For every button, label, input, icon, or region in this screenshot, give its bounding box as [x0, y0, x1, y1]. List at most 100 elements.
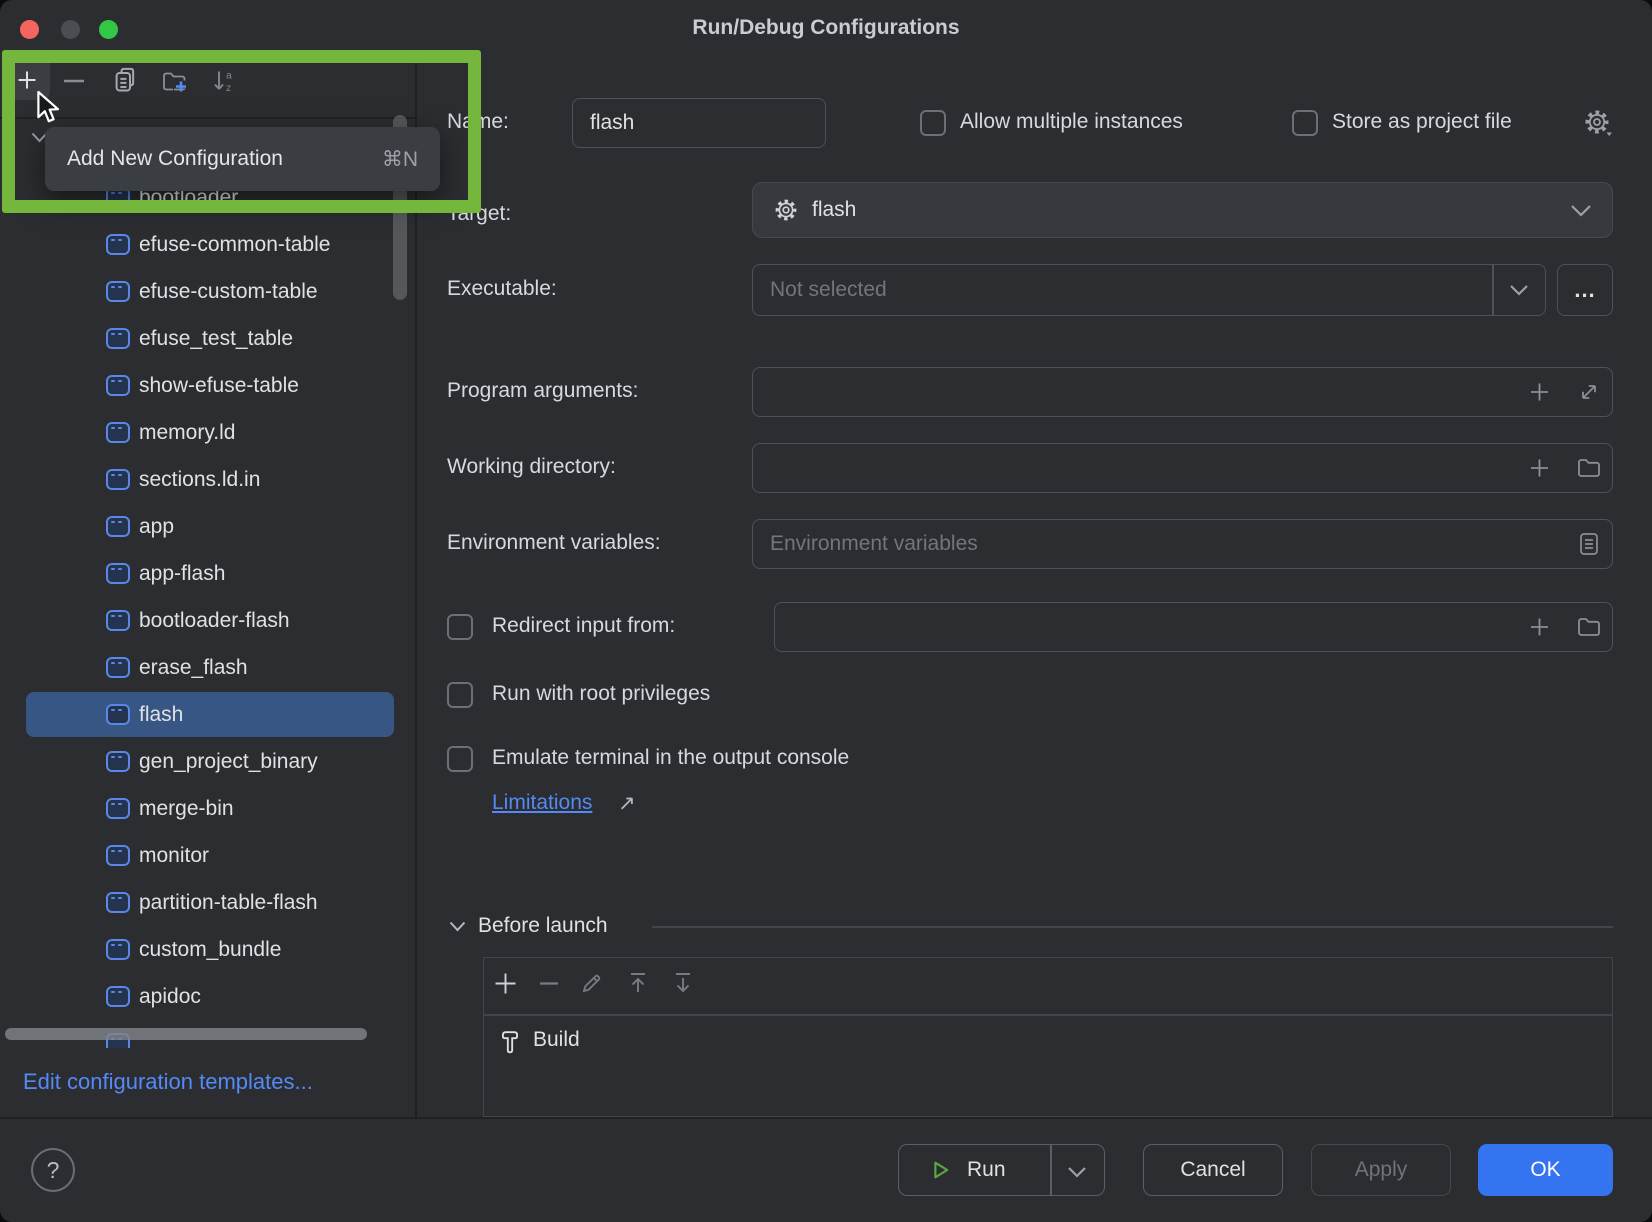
- help-button[interactable]: ?: [31, 1148, 75, 1192]
- working-directory-input[interactable]: [752, 443, 1613, 493]
- executable-placeholder: Not selected: [770, 278, 887, 302]
- executable-label: Executable:: [447, 277, 557, 301]
- target-dropdown[interactable]: flash: [752, 182, 1613, 238]
- executable-browse-button[interactable]: ...: [1557, 264, 1613, 316]
- executable-chevron-down-icon[interactable]: [1509, 284, 1529, 296]
- tree-item-app[interactable]: app: [0, 503, 413, 550]
- tree-item-erase-flash[interactable]: erase_flash: [0, 644, 413, 691]
- emulate-terminal-label[interactable]: Emulate terminal in the output console: [492, 746, 849, 770]
- hammer-icon: [500, 1030, 520, 1054]
- name-input[interactable]: flash: [572, 98, 826, 148]
- browse-ellipsis: ...: [1558, 265, 1612, 315]
- store-as-project-file-checkbox[interactable]: [1292, 110, 1318, 136]
- run-config-icon: [106, 892, 130, 913]
- selection-highlight: [26, 692, 394, 737]
- run-config-icon: [106, 704, 130, 725]
- expand-field-icon[interactable]: [1579, 382, 1599, 402]
- run-config-icon: [106, 281, 130, 302]
- tree-item-show-efuse-table[interactable]: show-efuse-table: [0, 362, 413, 409]
- run-config-icon: [106, 328, 130, 349]
- program-arguments-input[interactable]: [752, 367, 1613, 417]
- redirect-input-checkbox[interactable]: [447, 614, 473, 640]
- before-launch-rule: [652, 926, 1613, 928]
- mouse-cursor-icon: [36, 90, 62, 126]
- allow-multiple-instances-checkbox[interactable]: [920, 110, 946, 136]
- apply-button-label: Apply: [1355, 1158, 1408, 1182]
- annotation-highlight-box: [2, 50, 481, 213]
- add-macro-icon[interactable]: [1529, 458, 1550, 479]
- run-config-icon: [106, 657, 130, 678]
- ok-button[interactable]: OK: [1478, 1144, 1613, 1196]
- tree-item-flash-selected[interactable]: flash: [0, 691, 413, 738]
- tree-horizontal-scrollbar[interactable]: [5, 1028, 367, 1040]
- configuration-tree: bootloader efuse-common-table efuse-cust…: [0, 174, 413, 1048]
- tree-item-efuse-common-table[interactable]: efuse-common-table: [0, 221, 413, 268]
- allow-multiple-instances-label[interactable]: Allow multiple instances: [960, 110, 1183, 134]
- browse-folder-icon[interactable]: [1577, 617, 1601, 637]
- run-config-icon: [106, 986, 130, 1007]
- run-config-icon: [106, 845, 130, 866]
- footer-divider: [0, 1117, 1652, 1119]
- run-config-icon: [106, 563, 130, 584]
- move-up-icon[interactable]: [626, 971, 650, 995]
- tree-item-merge-bin[interactable]: merge-bin: [0, 785, 413, 832]
- environment-variables-label: Environment variables:: [447, 531, 661, 555]
- run-split-button[interactable]: Run: [898, 1144, 1105, 1196]
- emulate-terminal-checkbox[interactable]: [447, 746, 473, 772]
- apply-button[interactable]: Apply: [1311, 1144, 1451, 1196]
- tree-item-bootloader-flash[interactable]: bootloader-flash: [0, 597, 413, 644]
- limitations-link[interactable]: Limitations: [492, 791, 592, 815]
- run-config-icon: [106, 516, 130, 537]
- environment-variables-placeholder: Environment variables: [770, 532, 978, 556]
- edit-configuration-templates-link[interactable]: Edit configuration templates...: [23, 1069, 313, 1095]
- add-macro-icon[interactable]: [1529, 382, 1550, 403]
- title-bar: Run/Debug Configurations: [0, 0, 1652, 56]
- remove-task-icon[interactable]: [538, 981, 560, 986]
- tree-item-custom-bundle[interactable]: custom_bundle: [0, 926, 413, 973]
- target-gear-icon: [773, 197, 799, 223]
- run-root-privileges-checkbox[interactable]: [447, 682, 473, 708]
- tree-item-efuse-test-table[interactable]: efuse_test_table: [0, 315, 413, 362]
- tree-item-memory-ld[interactable]: memory.ld: [0, 409, 413, 456]
- before-launch-panel: Build: [483, 957, 1613, 1117]
- executable-combo[interactable]: Not selected: [752, 264, 1546, 316]
- move-down-icon[interactable]: [671, 971, 695, 995]
- store-options-gear-icon[interactable]: [1583, 108, 1613, 138]
- cancel-button[interactable]: Cancel: [1143, 1144, 1283, 1196]
- sidebar-divider: [415, 56, 417, 1117]
- tree-item-app-flash[interactable]: app-flash: [0, 550, 413, 597]
- run-play-icon: [932, 1161, 950, 1179]
- help-question-mark: ?: [47, 1157, 60, 1184]
- run-config-icon: [106, 939, 130, 960]
- redirect-input-field[interactable]: [774, 602, 1613, 652]
- build-task-row[interactable]: Build: [484, 1016, 1612, 1068]
- tree-item-partition-table-flash[interactable]: partition-table-flash: [0, 879, 413, 926]
- run-debug-configurations-dialog: Run/Debug Configurations a z: [0, 0, 1652, 1222]
- add-task-icon[interactable]: [493, 971, 518, 996]
- browse-folder-icon[interactable]: [1577, 458, 1601, 478]
- executable-combo-divider: [1492, 265, 1494, 315]
- before-launch-chevron-icon[interactable]: [449, 921, 466, 932]
- redirect-input-label[interactable]: Redirect input from:: [492, 614, 675, 638]
- run-split-divider: [1050, 1145, 1052, 1195]
- tree-item-efuse-custom-table[interactable]: efuse-custom-table: [0, 268, 413, 315]
- before-launch-title[interactable]: Before launch: [478, 914, 608, 938]
- run-root-privileges-label[interactable]: Run with root privileges: [492, 682, 710, 706]
- run-config-icon: [106, 375, 130, 396]
- run-options-chevron-icon[interactable]: [1067, 1166, 1087, 1178]
- tree-item-sections-ld-in[interactable]: sections.ld.in: [0, 456, 413, 503]
- run-config-icon: [106, 751, 130, 772]
- run-config-icon: [106, 422, 130, 443]
- program-arguments-label: Program arguments:: [447, 379, 638, 403]
- tree-item-monitor[interactable]: monitor: [0, 832, 413, 879]
- env-list-icon[interactable]: [1579, 532, 1599, 556]
- tree-item-gen-project-binary[interactable]: gen_project_binary: [0, 738, 413, 785]
- environment-variables-input[interactable]: Environment variables: [752, 519, 1613, 569]
- run-config-icon: [106, 469, 130, 490]
- edit-task-pencil-icon[interactable]: [580, 971, 604, 995]
- store-as-project-file-label[interactable]: Store as project file: [1332, 110, 1512, 134]
- add-macro-icon[interactable]: [1529, 617, 1550, 638]
- run-config-icon: [106, 234, 130, 255]
- ok-button-label: OK: [1530, 1158, 1560, 1182]
- tree-item-apidoc[interactable]: apidoc: [0, 973, 413, 1020]
